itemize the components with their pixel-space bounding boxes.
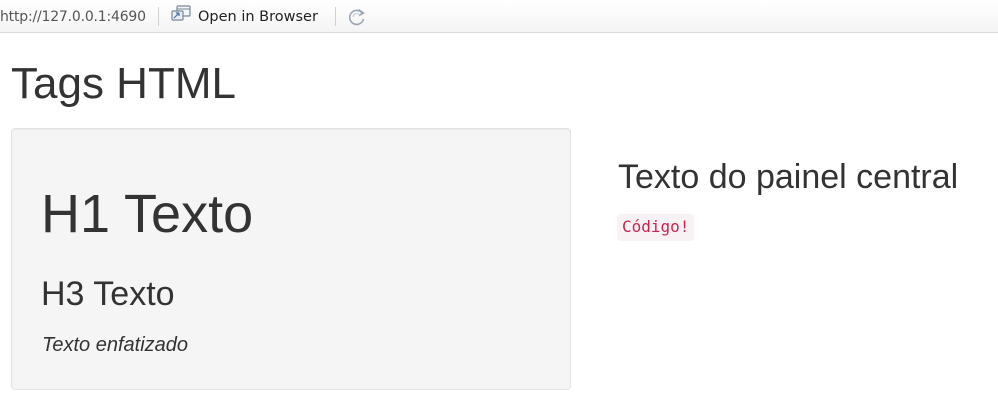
- viewer-toolbar: http://127.0.0.1:4690 Open in Browser: [0, 0, 998, 33]
- url-label: http://127.0.0.1:4690: [0, 9, 146, 25]
- refresh-button[interactable]: [345, 6, 369, 28]
- page-title: Tags HTML: [11, 59, 236, 108]
- open-in-browser-icon: [170, 4, 192, 29]
- open-in-browser-button[interactable]: Open in Browser: [170, 4, 318, 29]
- main-panel-code: Código!: [617, 214, 695, 241]
- main-panel-heading: Texto do painel central: [618, 158, 959, 196]
- refresh-icon: [345, 8, 369, 32]
- open-in-browser-label: Open in Browser: [198, 8, 318, 25]
- sidebar-panel: H1 Texto H3 Texto Texto enfatizado: [11, 128, 571, 390]
- app-page: Tags HTML H1 Texto H3 Texto Texto enfati…: [0, 34, 998, 409]
- sidebar-emphasized-text: Texto enfatizado: [42, 334, 189, 356]
- toolbar-separator: [335, 7, 336, 26]
- toolbar-separator: [158, 7, 159, 26]
- sidebar-h3-text: H3 Texto: [41, 275, 175, 313]
- sidebar-h1-text: H1 Texto: [41, 184, 254, 244]
